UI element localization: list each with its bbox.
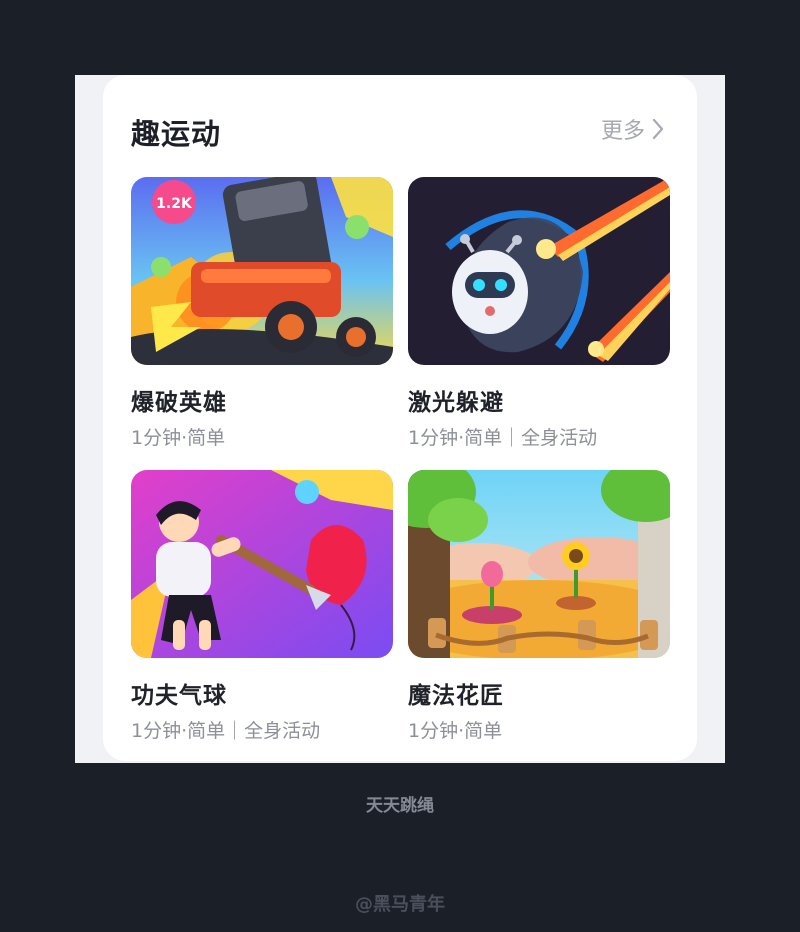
game-card-laser-dodge[interactable]: 激光躲避 1分钟·简单｜全身活动 xyxy=(408,177,670,450)
score-badge: 1.2K xyxy=(156,196,193,212)
game-name: 功夫气球 xyxy=(131,683,227,709)
section-title: 趣运动 xyxy=(131,117,222,151)
more-label: 更多 xyxy=(600,119,645,144)
app-caption: 天天跳绳 xyxy=(366,796,434,816)
robot-laser-game-thumbnail xyxy=(408,177,670,365)
game-card-blast-hero[interactable]: 1.2K 爆破英雄 1分钟·简单 xyxy=(131,177,393,450)
kungfu-balloon-game-thumbnail xyxy=(131,470,393,658)
game-card-magic-gardener[interactable]: 魔法花匠 1分钟·简单 xyxy=(408,470,670,743)
game-meta: 1分钟·简单｜全身活动 xyxy=(408,427,598,449)
fun-sports-card: 趣运动 更多 1.2K 爆破英雄 1分钟·简单 激光躲避 1分钟·简单｜全身活动… xyxy=(103,75,697,761)
author-watermark: @黑马青年 xyxy=(355,894,445,915)
game-name: 激光躲避 xyxy=(408,390,504,416)
screenshot-frame: 趣运动 更多 1.2K 爆破英雄 1分钟·简单 激光躲避 1分钟·简单｜全身活动… xyxy=(75,75,725,763)
chevron-right-icon xyxy=(652,118,664,140)
game-name: 魔法花匠 xyxy=(408,683,504,709)
game-name: 爆破英雄 xyxy=(131,390,227,416)
game-meta: 1分钟·简单 xyxy=(131,427,226,449)
game-meta: 1分钟·简单 xyxy=(408,720,503,742)
game-meta: 1分钟·简单｜全身活动 xyxy=(131,720,321,742)
game-card-kungfu-balloon[interactable]: 功夫气球 1分钟·简单｜全身活动 xyxy=(131,470,393,743)
cannon-game-thumbnail: 1.2K xyxy=(131,177,393,365)
magic-garden-game-thumbnail xyxy=(408,470,670,658)
more-link[interactable]: 更多 xyxy=(601,113,665,145)
